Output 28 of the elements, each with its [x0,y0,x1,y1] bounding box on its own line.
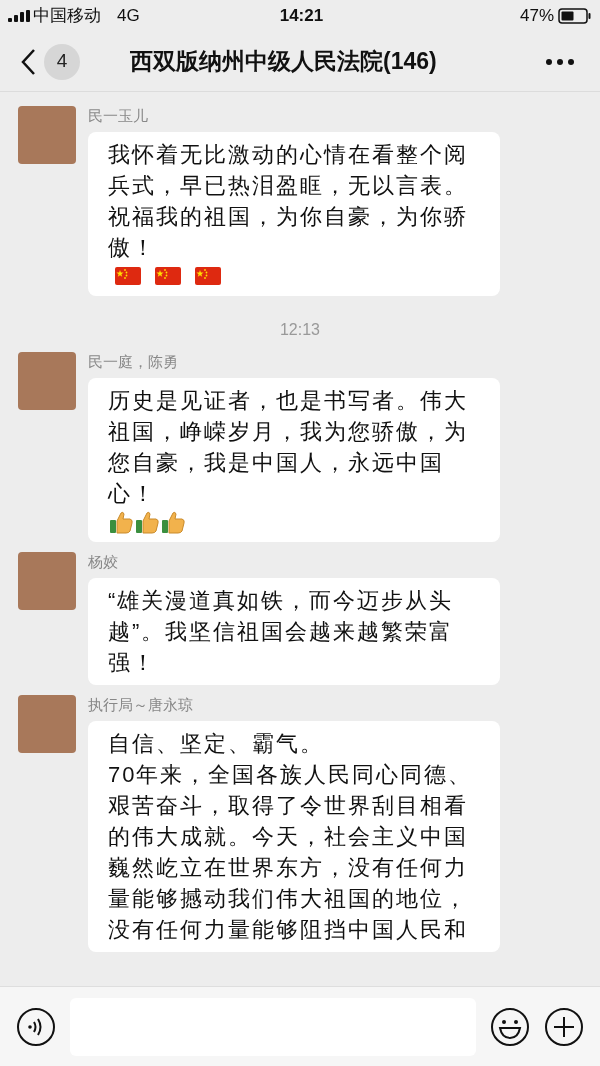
plus-icon[interactable] [544,1006,584,1047]
thumbs-up-icon [108,509,134,535]
flag-icon [194,265,222,287]
timestamp: 12:13 [279,320,320,340]
message-text: 历史是见证者，也是书写者。伟大祖国，峥嵘岁月，我为您骄傲，为您自豪，我是中国人，永远中国心！ [108,387,469,508]
battery-icon [558,8,592,24]
back-icon[interactable] [20,47,36,76]
signal-icon [8,10,30,22]
battery-percent: 47% [519,5,554,28]
flag-icon [154,265,182,287]
thumbs-up-icon [160,509,186,535]
sender-name: 民一庭，陈勇 [88,352,179,372]
more-icon[interactable] [546,58,574,65]
message-text: 自信、坚定、霸气。 70年来，全国各族人民同心同德、艰苦奋斗，取得了令世界刮目相看的伟大成就。今天，社会主义中国巍然屹立在世界东方，没有任何力量能够撼动我们伟大祖国的地位，没有任何力量能够阻挡中国人民和 [108,730,474,944]
thumbs-up-icon [134,509,160,535]
clock-time: 14:21 [279,5,324,28]
message-text: 我怀着无比激动的心情在看整个阅兵式，早已热泪盈眶，无以言表。祝福我的祖国，为你自豪，为你骄傲！ [108,141,469,262]
smiley-icon[interactable] [490,1006,530,1047]
unread-count: 4 [44,43,80,80]
sender-name: 执行局～唐永琼 [88,695,194,715]
message-text: “雄关漫道真如铁，而今迈步从头越”。我坚信祖国会越来越繁荣富强！ [108,587,455,677]
sender-name: 民一玉儿 [88,106,149,126]
voice-icon[interactable] [16,1006,56,1047]
chat-title: 西双版纳州中级人民法院(146) [130,47,437,77]
carrier-name: 中国移动 [33,5,101,28]
sender-name: 杨姣 [88,552,119,572]
network-type: 4G [117,5,140,28]
flag-icon [114,265,142,287]
